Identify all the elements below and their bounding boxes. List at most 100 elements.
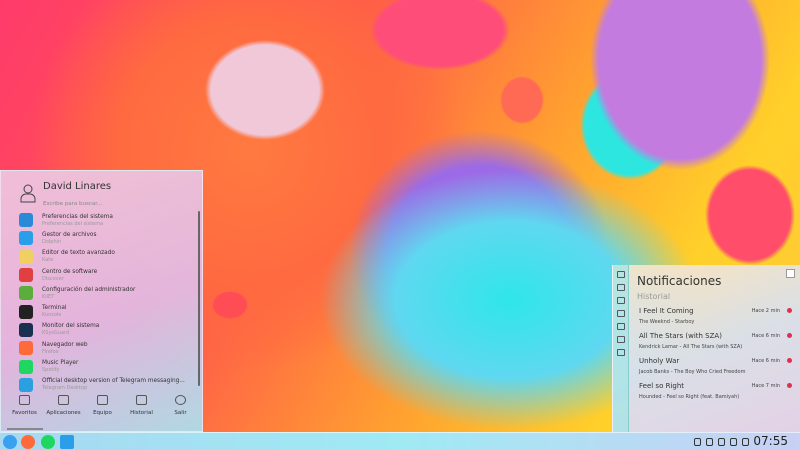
clipboard-icon[interactable]	[742, 438, 749, 446]
app-icon	[19, 231, 33, 246]
favorites-list: Preferencias del sistema Preferencias del…	[19, 211, 199, 394]
tab-historial[interactable]: Historial	[122, 395, 161, 416]
search-input[interactable]: Escribe para buscar...	[43, 201, 102, 207]
system-tray-sidebar	[613, 265, 629, 432]
applications-icon	[58, 395, 69, 405]
app-title: Gestor de archivos	[42, 231, 97, 238]
launcher-icon[interactable]	[3, 435, 17, 449]
app-subtitle: KSysGuard	[42, 330, 70, 337]
app-title: Configuración del administrador	[42, 286, 136, 293]
printer-icon[interactable]	[616, 349, 625, 356]
app-item[interactable]: Navegador web Firefox	[19, 339, 199, 357]
tab-label: Salir	[174, 410, 187, 416]
application-launcher: David Linares Escribe para buscar... Pre…	[0, 170, 203, 432]
app-title: Monitor del sistema	[42, 323, 100, 330]
panel-title: Notificaciones	[637, 274, 722, 288]
tab-label: Equipo	[93, 410, 112, 416]
app-subtitle: Discover	[42, 275, 64, 282]
app-item[interactable]: Centro de software Discover	[19, 266, 199, 284]
app-item[interactable]: Editor de texto avanzado Kate	[19, 248, 199, 266]
app-item[interactable]: Configuración del administrador KiiET	[19, 284, 199, 302]
tab-label: Historial	[130, 410, 153, 416]
device-icon[interactable]	[616, 323, 625, 330]
app-subtitle: Dolphin	[42, 238, 62, 245]
app-title: Centro de software	[42, 268, 98, 275]
notification-body: Jacob Banks - The Boy Who Cried Freedom	[639, 369, 746, 375]
spotify-icon[interactable]	[41, 435, 55, 449]
firefox-icon[interactable]	[21, 435, 35, 449]
tab-equipo[interactable]: Equipo	[83, 395, 122, 416]
notification-item[interactable]: All The Stars (with SZA) Kendrick Lamar -…	[639, 332, 794, 350]
close-icon[interactable]	[787, 333, 792, 338]
clipboard-icon[interactable]	[616, 284, 625, 291]
app-title: Navegador web	[42, 341, 88, 348]
user-name: David Linares	[43, 181, 112, 192]
display-icon[interactable]	[718, 438, 725, 446]
computer-icon	[97, 395, 108, 405]
app-item[interactable]: Monitor del sistema KSysGuard	[19, 321, 199, 339]
tab-salir[interactable]: Salir	[161, 395, 200, 416]
tab-favoritos[interactable]: Favoritos	[5, 395, 44, 416]
keyboard-icon[interactable]	[616, 336, 625, 343]
app-icon	[19, 249, 33, 264]
app-icon	[19, 322, 33, 337]
notification-item[interactable]: Feel so Right Hounded - Feel so Right (fe…	[639, 382, 794, 400]
app-item[interactable]: Official desktop version of Telegram mes…	[19, 376, 199, 394]
notification-time: Hace 6 min	[751, 333, 780, 339]
volume-icon[interactable]	[730, 438, 737, 446]
notification-time: Hace 2 min	[751, 308, 780, 314]
app-title: Editor de texto avanzado	[42, 250, 115, 257]
notification-body: Hounded - Feel so Right (feat. Bamiyah)	[639, 394, 740, 400]
app-icon	[19, 286, 33, 301]
app-icon	[19, 304, 33, 319]
tab-label: Favoritos	[12, 410, 37, 416]
leave-icon	[175, 395, 186, 405]
tab-label: Aplicaciones	[46, 410, 81, 416]
notifications-panel: Notificaciones Historial I Feel It Comin…	[612, 265, 800, 432]
app-title: Official desktop version of Telegram mes…	[42, 378, 185, 385]
notification-body: The Weeknd - Starboy	[639, 319, 695, 325]
pin-button[interactable]	[786, 269, 795, 278]
dolphin-icon[interactable]	[60, 435, 74, 449]
notification-item[interactable]: I Feel It Coming The Weeknd - Starboy Hace…	[639, 307, 794, 325]
app-subtitle: Kate	[42, 257, 54, 264]
notifications-icon[interactable]	[616, 271, 625, 278]
app-subtitle: Konsole	[42, 312, 62, 319]
app-icon	[19, 268, 33, 283]
notification-time: Hace 7 min	[751, 383, 780, 389]
app-icon	[19, 377, 33, 392]
notification-body: Kendrick Lamar - All The Stars (with SZA…	[639, 344, 743, 350]
lock-icon[interactable]	[694, 438, 701, 446]
app-item[interactable]: Gestor de archivos Dolphin	[19, 229, 199, 247]
app-item[interactable]: Preferencias del sistema Preferencias del…	[19, 211, 199, 229]
app-icon	[19, 341, 33, 356]
close-icon[interactable]	[787, 383, 792, 388]
app-item[interactable]: Terminal Konsole	[19, 302, 199, 320]
media-icon[interactable]	[706, 438, 713, 446]
app-title: Music Player	[42, 360, 79, 367]
app-icon	[19, 359, 33, 374]
app-item[interactable]: Music Player Spotify	[19, 357, 199, 375]
app-title: Terminal	[42, 305, 67, 312]
section-heading: Historial	[637, 292, 671, 301]
clock[interactable]: 07:55	[753, 434, 788, 448]
history-icon	[136, 395, 147, 405]
app-subtitle: KiiET	[42, 293, 55, 300]
battery-icon[interactable]	[616, 310, 625, 317]
active-tab-indicator	[7, 428, 43, 430]
user-avatar-icon	[20, 184, 36, 203]
close-icon[interactable]	[787, 358, 792, 363]
bookmark-icon	[19, 395, 30, 405]
scrollbar[interactable]	[198, 211, 200, 386]
app-title: Preferencias del sistema	[42, 213, 113, 220]
notification-item[interactable]: Unholy War Jacob Banks - The Boy Who Crie…	[639, 357, 794, 375]
app-subtitle: Preferencias del sistema	[42, 220, 104, 227]
notification-time: Hace 6 min	[751, 358, 780, 364]
app-icon	[19, 213, 33, 228]
close-icon[interactable]	[787, 308, 792, 313]
tab-aplicaciones[interactable]: Aplicaciones	[44, 395, 83, 416]
app-subtitle: Spotify	[42, 367, 60, 374]
network-icon[interactable]	[616, 297, 625, 304]
taskbar: 07:55	[0, 432, 800, 450]
app-subtitle: Firefox	[42, 348, 59, 355]
